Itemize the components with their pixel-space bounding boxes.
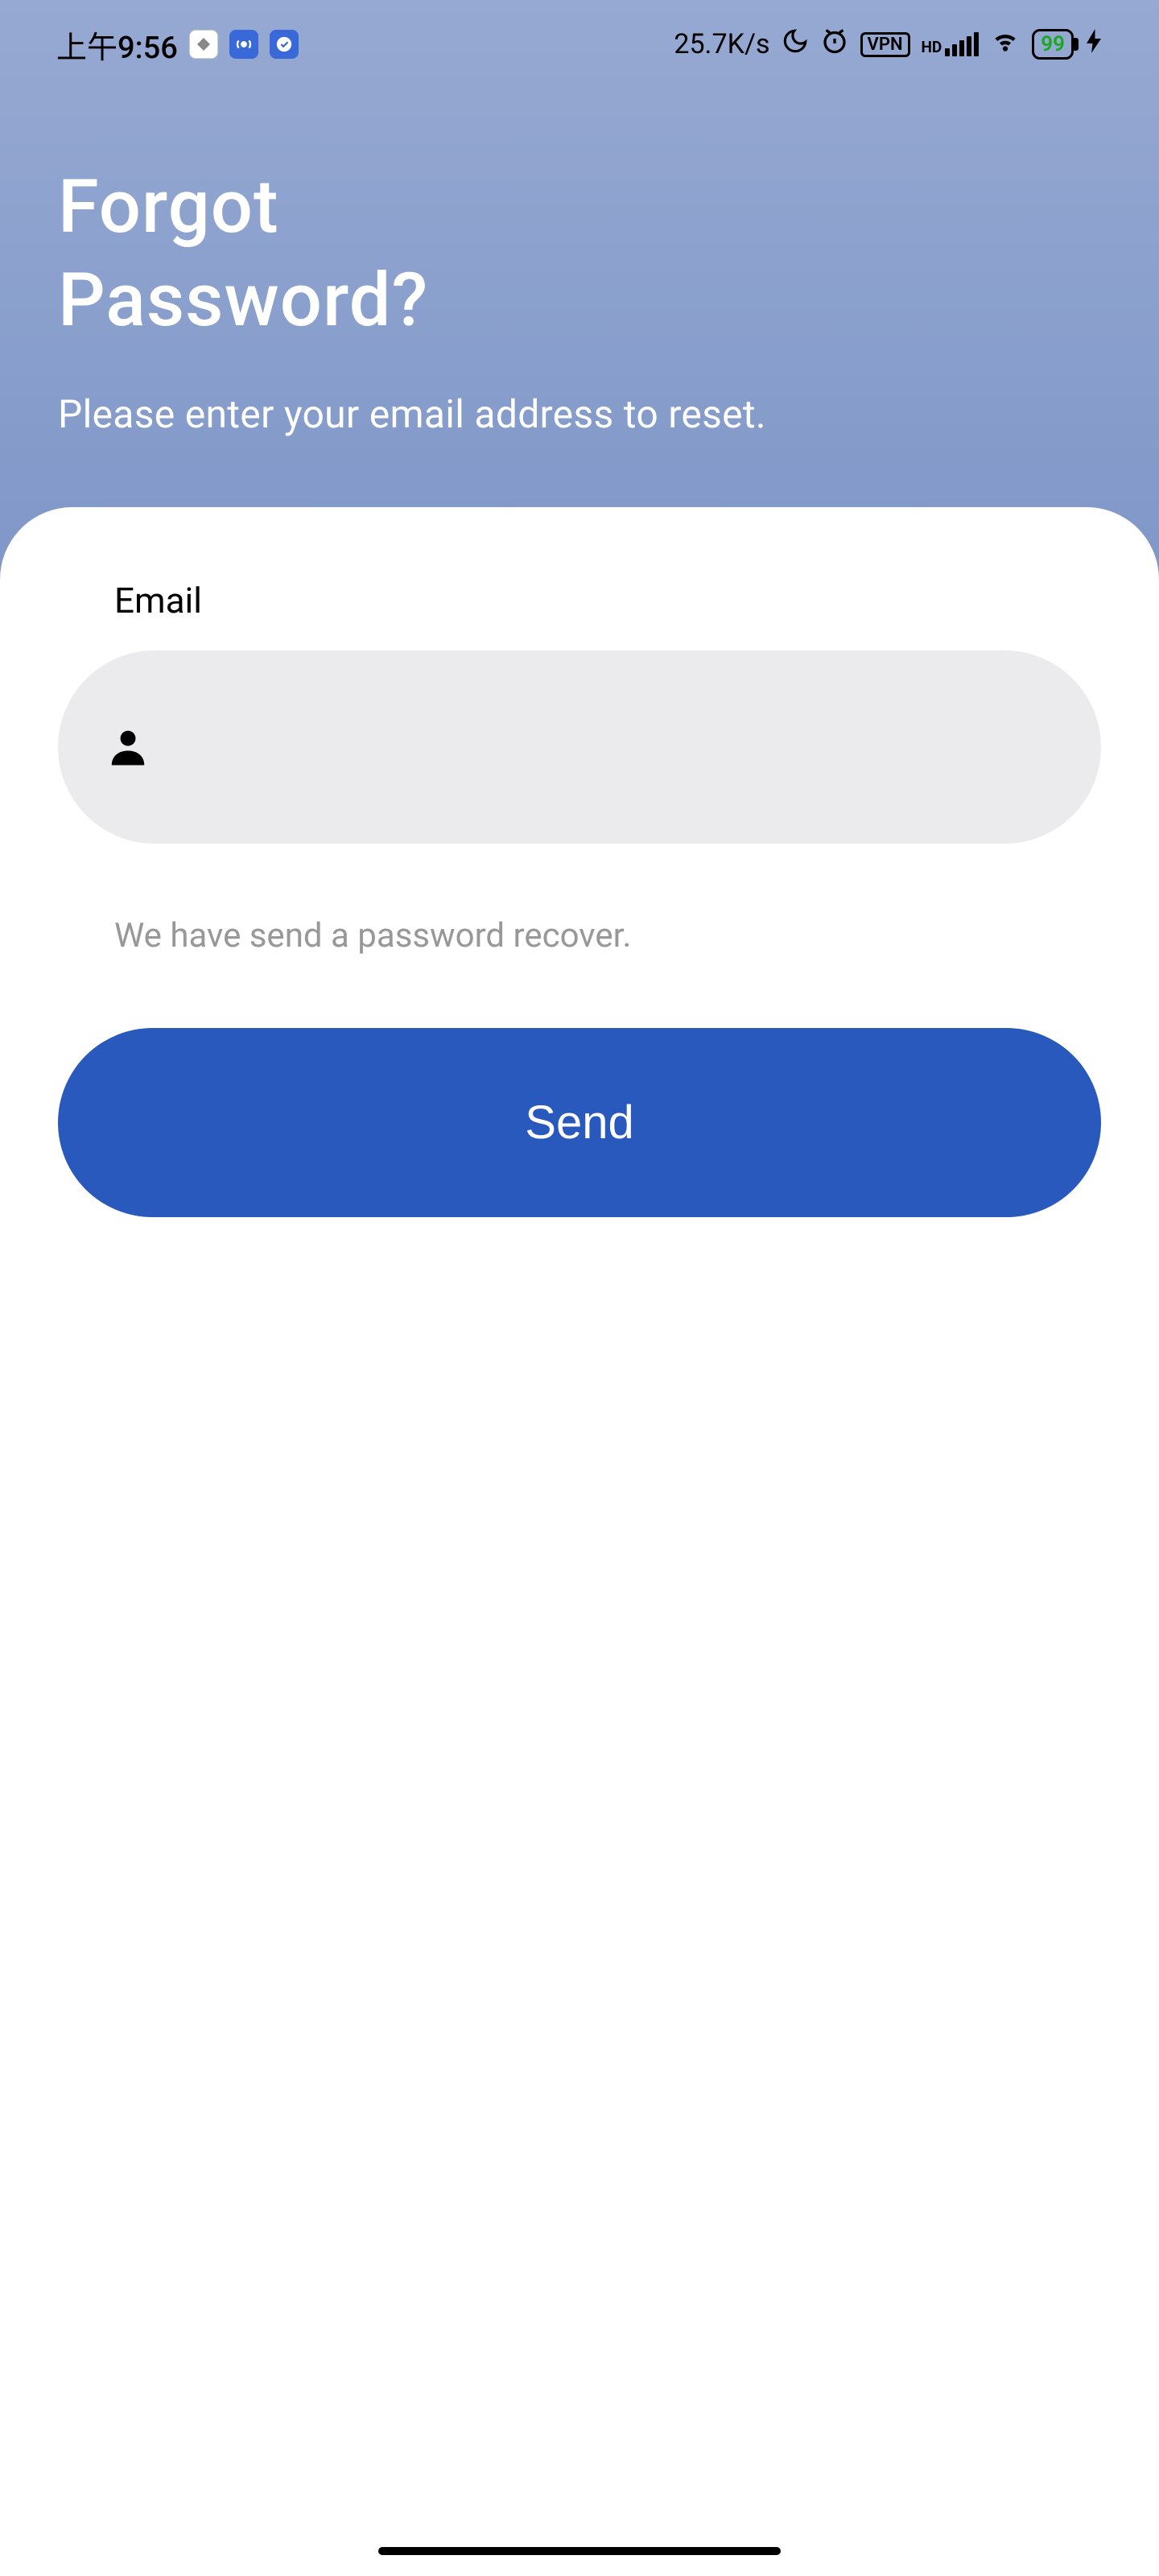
status-time: 上午9:56 — [56, 23, 178, 67]
alarm-icon — [820, 27, 849, 63]
broadcast-icon — [229, 30, 258, 59]
hd-signal: HD — [922, 32, 980, 56]
status-right: 25.7K/s VPN HD 99 — [674, 26, 1103, 64]
email-input[interactable] — [150, 650, 1053, 844]
status-bar: 上午9:56 25.7K/s VPN HD 99 — [0, 0, 1159, 89]
page-subtitle: Please enter your email address to reset… — [58, 391, 1101, 437]
form-card: Email We have send a password recover. S… — [0, 507, 1159, 2576]
send-button[interactable]: Send — [58, 1028, 1101, 1217]
vpn-indicator: VPN — [860, 32, 910, 57]
app-indicator-icon — [189, 30, 218, 59]
header: Forgot Password? Please enter your email… — [0, 89, 1159, 502]
email-label: Email — [114, 580, 1101, 621]
email-input-wrapper[interactable] — [58, 650, 1101, 844]
person-icon — [106, 725, 150, 769]
charging-icon — [1085, 28, 1103, 60]
title-line1: Forgot — [58, 164, 279, 250]
home-indicator[interactable] — [378, 2547, 781, 2555]
status-left: 上午9:56 — [56, 23, 299, 67]
network-speed: 25.7K/s — [674, 28, 769, 60]
wifi-icon — [990, 26, 1021, 64]
helper-text: We have send a password recover. — [114, 916, 1101, 956]
page-title: Forgot Password? — [58, 161, 1101, 348]
title-line2: Password? — [58, 258, 428, 344]
shield-check-icon — [270, 30, 299, 59]
moon-icon — [782, 27, 809, 62]
battery-indicator: 99 — [1032, 29, 1074, 60]
